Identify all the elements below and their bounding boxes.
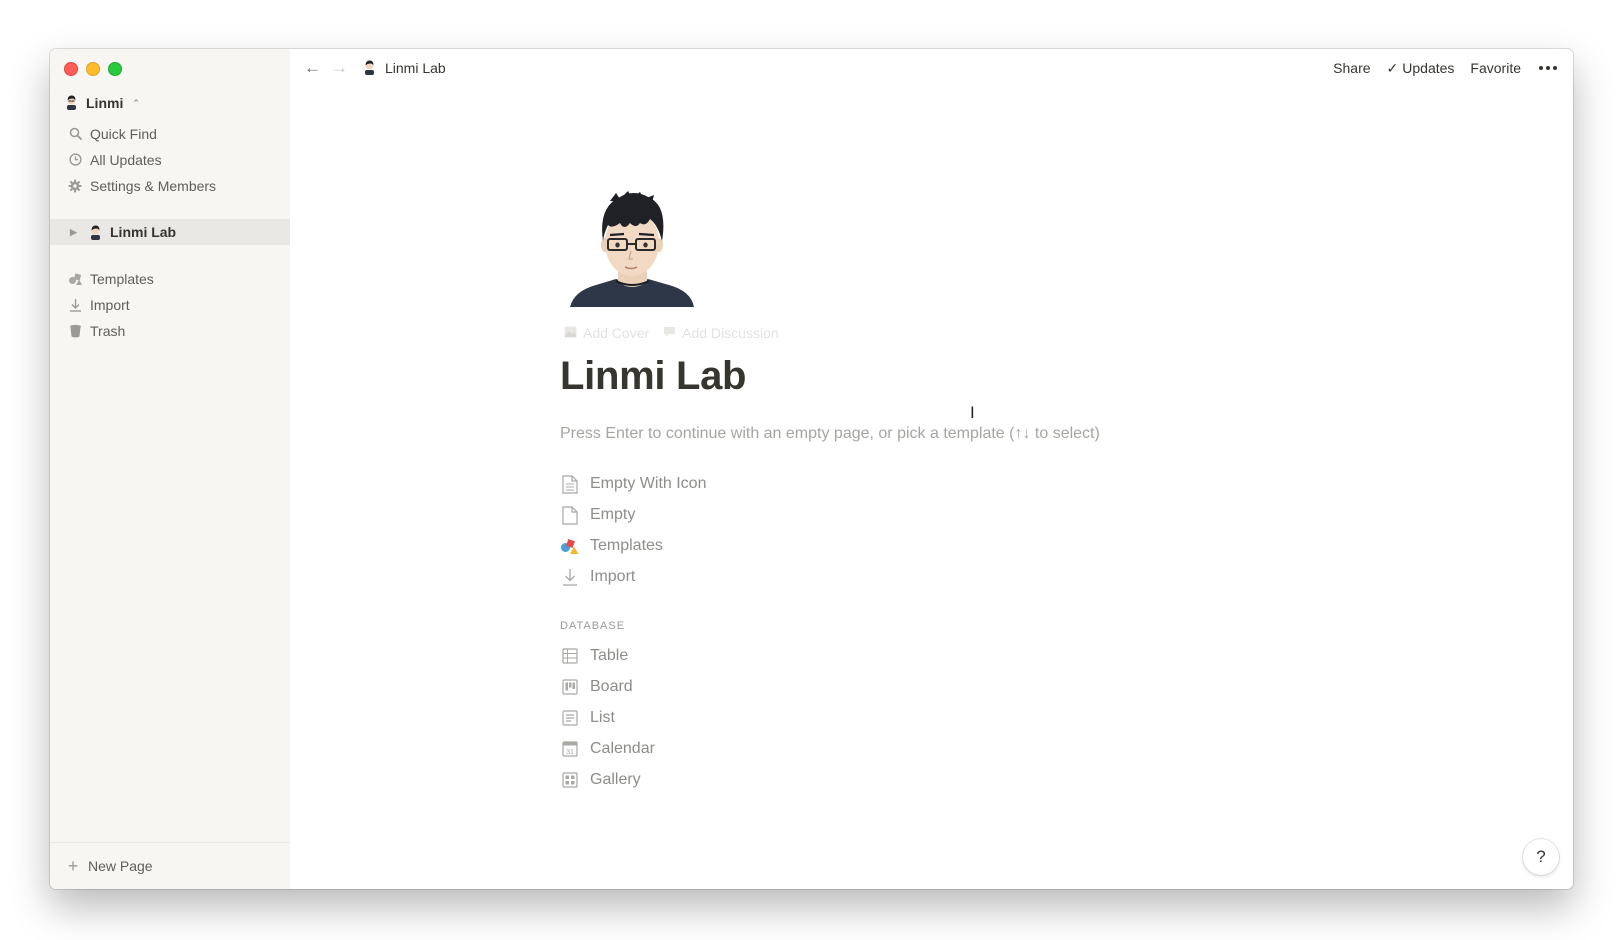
add-cover-label: Add Cover [583, 325, 650, 341]
gear-icon [66, 179, 84, 193]
updates-button[interactable]: ✓ Updates [1379, 60, 1463, 77]
close-window-button[interactable] [64, 62, 78, 76]
template-label: Empty With Icon [590, 475, 707, 492]
template-empty[interactable]: Empty [560, 503, 635, 527]
new-page-label: New Page [88, 858, 153, 874]
sidebar-item-label: Templates [90, 270, 154, 287]
database-list[interactable]: List [560, 706, 615, 730]
sidebar-item-quick-find[interactable]: Quick Find [50, 120, 290, 147]
template-templates[interactable]: Templates [560, 534, 663, 558]
workspace-name: Linmi [86, 95, 124, 111]
sidebar-item-templates[interactable]: Templates [50, 265, 290, 292]
database-gallery[interactable]: Gallery [560, 768, 641, 792]
document-icon [560, 505, 580, 525]
more-options-icon[interactable] [1539, 66, 1557, 70]
comment-icon [663, 325, 676, 341]
window-controls [64, 62, 122, 76]
image-icon [564, 325, 577, 341]
page-actions: Add Cover Add Discussion [564, 325, 779, 341]
templates-icon [66, 272, 84, 286]
sidebar-item-label: Linmi Lab [110, 224, 177, 240]
gallery-icon [560, 770, 580, 790]
add-discussion-label: Add Discussion [682, 325, 779, 341]
favorite-button[interactable]: Favorite [1462, 60, 1529, 76]
svg-text:31: 31 [566, 749, 574, 756]
trash-icon [66, 324, 84, 338]
sidebar: Linmi ⌃ Quick Find All Updates Settings … [50, 49, 290, 889]
template-label: Templates [590, 537, 663, 554]
sidebar-item-label: Import [90, 296, 130, 313]
back-arrow-icon[interactable]: ← [304, 58, 321, 78]
template-label: Import [590, 568, 636, 585]
document-lines-icon [560, 474, 580, 494]
import-icon [560, 567, 580, 587]
database-board[interactable]: Board [560, 675, 633, 699]
page-title[interactable]: Linmi Lab [560, 354, 746, 399]
topbar: ← → Linmi Lab Share ✓ Updates Favorite [290, 49, 1573, 87]
avatar-icon [86, 224, 104, 240]
workspace-switcher[interactable]: Linmi ⌃ [64, 93, 140, 113]
sidebar-item-import[interactable]: Import [50, 291, 290, 318]
add-cover-button[interactable]: Add Cover [564, 325, 649, 341]
sidebar-item-label: Settings & Members [90, 177, 217, 194]
template-hint: Press Enter to continue with an empty pa… [560, 425, 1100, 442]
sidebar-item-linmi-lab[interactable]: ▶ Linmi Lab [50, 219, 290, 245]
app-window: Linmi ⌃ Quick Find All Updates Settings … [50, 49, 1573, 889]
zoom-window-button[interactable] [108, 62, 122, 76]
check-icon: ✓ [1386, 59, 1399, 76]
page-icon-avatar[interactable] [570, 189, 695, 307]
sidebar-item-all-updates[interactable]: All Updates [50, 146, 290, 173]
sidebar-item-label: Trash [90, 322, 126, 339]
calendar-icon: 31 [560, 739, 580, 759]
share-button[interactable]: Share [1325, 60, 1378, 76]
expand-triangle-icon[interactable]: ▶ [70, 227, 80, 238]
template-import[interactable]: Import [560, 565, 635, 589]
plus-icon: + [67, 855, 79, 876]
sidebar-item-trash[interactable]: Trash [50, 317, 290, 344]
database-table[interactable]: Table [560, 644, 628, 668]
template-empty-with-icon[interactable]: Empty With Icon [560, 472, 706, 496]
chevron-updown-icon: ⌃ [132, 97, 140, 108]
database-label: Gallery [590, 771, 641, 788]
minimize-window-button[interactable] [86, 62, 100, 76]
breadcrumb[interactable]: Linmi Lab [362, 59, 446, 78]
topbar-actions: Share ✓ Updates Favorite [1325, 60, 1557, 77]
database-label: List [590, 709, 615, 726]
database-label: Table [590, 647, 629, 664]
new-page-button[interactable]: + New Page [50, 842, 290, 889]
board-icon [560, 677, 580, 697]
database-label: Calendar [590, 740, 655, 757]
table-icon [560, 646, 580, 666]
sidebar-item-settings[interactable]: Settings & Members [50, 172, 290, 199]
sidebar-item-label: Quick Find [90, 125, 157, 142]
template-label: Empty [590, 506, 636, 523]
forward-arrow-icon[interactable]: → [331, 58, 348, 78]
add-discussion-button[interactable]: Add Discussion [663, 325, 779, 341]
avatar-icon [362, 59, 377, 78]
list-icon [560, 708, 580, 728]
breadcrumb-label: Linmi Lab [385, 60, 446, 76]
database-calendar[interactable]: 31 Calendar [560, 737, 655, 761]
updates-label: Updates [1402, 59, 1455, 76]
avatar-icon [64, 94, 79, 113]
sidebar-item-label: All Updates [90, 151, 162, 168]
database-label: Board [590, 678, 633, 695]
database-section-label: DATABASE [560, 620, 626, 632]
text-cursor-icon: I [970, 403, 975, 422]
help-button[interactable]: ? [1523, 839, 1559, 875]
search-icon [66, 127, 84, 140]
import-icon [66, 298, 84, 312]
templates-icon [560, 536, 580, 556]
clock-icon [66, 153, 84, 166]
